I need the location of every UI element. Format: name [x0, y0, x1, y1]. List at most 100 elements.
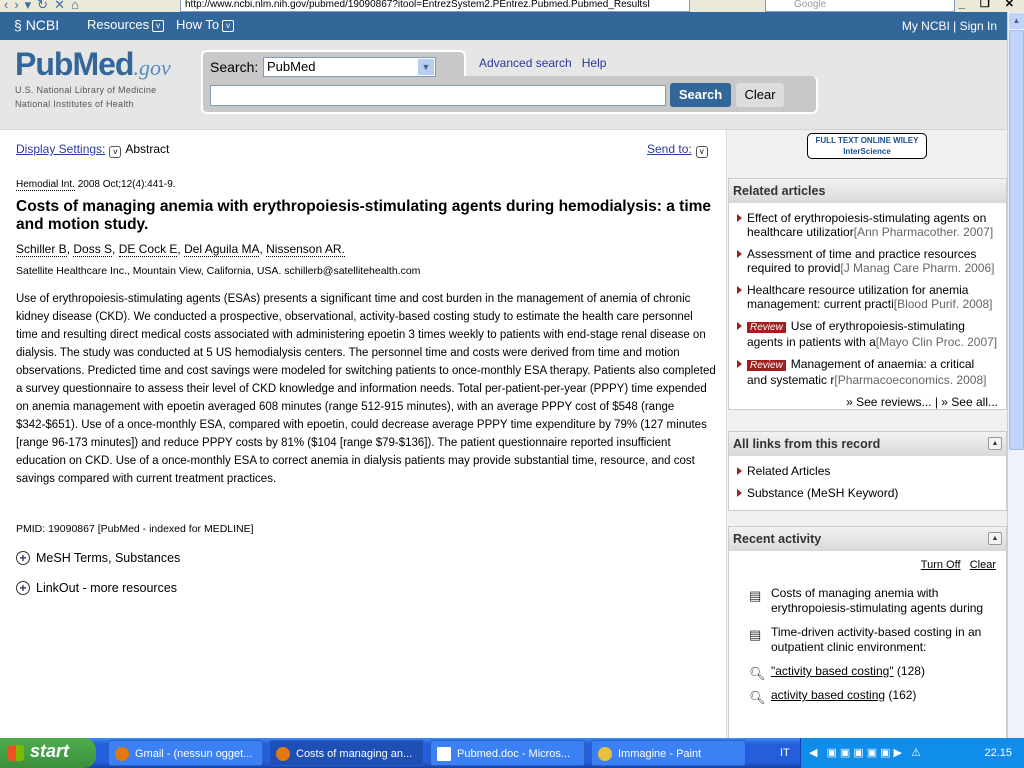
nih-label: National Institutes of Health: [15, 99, 134, 109]
related-article-title-cont: healthcare utilizatior: [747, 225, 854, 239]
recent-activity-title: Recent activity: [733, 532, 822, 546]
tray-icons[interactable]: ◀ ▣▣▣▣▣▶ ⚠: [809, 747, 924, 759]
plus-icon: +: [16, 581, 30, 595]
start-label: start: [30, 741, 70, 761]
related-article-item[interactable]: Effect of erythropoiesis-stimulating age…: [729, 211, 1006, 239]
howto-label: How To: [176, 17, 220, 32]
article-title: Costs of managing anemia with erythropoi…: [16, 198, 712, 233]
chevron-down-icon: v: [152, 20, 165, 32]
plus-icon: +: [16, 551, 30, 565]
turn-off-link[interactable]: Turn Off: [921, 559, 961, 571]
recent-activity-item[interactable]: ▤ Time-driven activity-based costing in a…: [729, 625, 1006, 655]
display-settings-link[interactable]: Display Settings:: [16, 142, 105, 156]
task-pubmed-firefox[interactable]: Costs of managing an...: [269, 740, 424, 766]
browser-nav-icons[interactable]: ‹›▾↻✕⌂: [4, 0, 85, 12]
task-label: Costs of managing an...: [296, 748, 413, 760]
see-all-link[interactable]: » See all...: [941, 395, 998, 409]
review-badge: Review: [747, 322, 786, 333]
related-article-title: Effect of erythropoiesis-stimulating age…: [747, 211, 987, 225]
related-article-item[interactable]: Healthcare resource utilization for anem…: [729, 283, 1006, 311]
all-links-title: All links from this record: [733, 437, 881, 451]
clear-button[interactable]: Clear: [736, 83, 784, 107]
link-related-articles[interactable]: Related Articles: [729, 464, 1006, 478]
clock: 22.15: [984, 747, 1012, 759]
author-link[interactable]: Schiller B: [16, 242, 67, 257]
display-format: Abstract: [125, 142, 170, 156]
related-article-item[interactable]: Assessment of time and practice resource…: [729, 247, 1006, 275]
recent-activity-item[interactable]: 🔍︎ activity based costing (162): [729, 688, 1006, 705]
help-link[interactable]: Help: [582, 56, 607, 70]
task-label: Pubmed.doc - Micros...: [457, 748, 571, 760]
task-word[interactable]: Pubmed.doc - Micros...: [430, 740, 585, 766]
ncbi-bar: § NCBI Resources v How To v My NCBI | Sign…: [0, 12, 1007, 40]
full-text-badge[interactable]: FULL TEXT ONLINE WILEY InterScience: [807, 133, 927, 159]
clear-history-link[interactable]: Clear: [970, 559, 996, 571]
logo-pub: Pub: [15, 46, 73, 82]
recent-activity-item[interactable]: 🔍︎ "activity based costing" (128): [729, 664, 1006, 681]
author-link[interactable]: DE Cock E: [118, 242, 178, 257]
task-gmail[interactable]: Gmail - (nessun ogget...: [108, 740, 263, 766]
advanced-search-link[interactable]: Advanced search: [479, 56, 572, 70]
search-button[interactable]: Search: [670, 83, 731, 107]
chevron-down-icon[interactable]: v: [695, 146, 708, 158]
windows-logo-icon: [8, 745, 24, 761]
mesh-label: MeSH Terms, Substances: [36, 551, 181, 565]
document-icon: ▤: [749, 627, 762, 642]
related-article-title: Use of erythropoiesis-stimulating: [790, 319, 965, 333]
recent-activity-text: activity based costing: [771, 688, 886, 702]
scroll-thumb[interactable]: [1009, 30, 1024, 450]
related-article-source: [Ann Pharmacother. 2007]: [853, 225, 994, 239]
related-article-title-cont: management: current practi: [747, 297, 894, 311]
send-to-link[interactable]: Send to:: [647, 142, 692, 156]
vertical-scrollbar[interactable]: ▲: [1007, 12, 1024, 738]
window-controls[interactable]: _ ❐ ✕: [959, 0, 1020, 10]
abstract-text: Use of erythropoiesis-stimulating agents…: [16, 293, 716, 485]
all-links-portlet: All links from this record ▲ Related Arti…: [728, 431, 1007, 511]
related-article-item[interactable]: Review Use of erythropoiesis-stimulating a…: [729, 319, 1006, 349]
scroll-up-icon[interactable]: ▲: [1009, 13, 1024, 29]
related-articles-portlet: Related articles Effect of erythropoiesi…: [728, 178, 1007, 410]
related-article-title-cont: required to provid: [747, 261, 841, 275]
howto-menu[interactable]: How To v: [176, 17, 235, 32]
related-article-source: [Mayo Clin Proc. 2007]: [875, 335, 998, 349]
related-article-source: [Pharmacoeconomics. 2008]: [834, 373, 987, 387]
word-icon: [437, 747, 451, 761]
related-article-item[interactable]: Review Management of anaemia: a critical a…: [729, 357, 1006, 387]
recent-activity-count: (162): [888, 688, 917, 702]
recent-activity-item[interactable]: ▤ Costs of managing anemia with erythropo…: [729, 586, 1006, 616]
link-substance[interactable]: Substance (MeSH Keyword): [729, 486, 1006, 500]
taskbar: start Gmail - (nessun ogget... Costs of …: [0, 738, 1024, 768]
journal-link[interactable]: Hemodial Int.: [16, 179, 75, 191]
citation: Hemodial Int. 2008 Oct;12(4):441-9.: [16, 179, 176, 191]
mesh-terms-expander[interactable]: + MeSH Terms, Substances: [16, 551, 180, 565]
language-indicator[interactable]: IT: [780, 738, 790, 768]
pubmed-logo[interactable]: PubMed.gov U.S. National Library of Medi…: [15, 46, 171, 111]
author-link[interactable]: Nissenson AR.: [266, 242, 345, 257]
related-article-title-cont: and systematic r: [747, 373, 835, 387]
task-label: Immagine - Paint: [618, 748, 702, 760]
my-ncbi-link[interactable]: My NCBI: [902, 19, 950, 33]
address-bar[interactable]: http://www.ncbi.nlm.nih.gov/pubmed/19090…: [180, 0, 690, 12]
search-input[interactable]: [210, 85, 666, 106]
sign-in-link[interactable]: Sign In: [960, 19, 997, 33]
chevron-down-icon[interactable]: v: [109, 146, 122, 158]
database-select[interactable]: PubMed ▼: [263, 57, 436, 77]
start-button[interactable]: start: [0, 738, 96, 768]
task-paint[interactable]: Immagine - Paint: [591, 740, 746, 766]
collapse-icon[interactable]: ▲: [988, 532, 1002, 545]
search-icon: 🔍︎: [749, 666, 766, 681]
collapse-icon[interactable]: ▲: [988, 437, 1002, 450]
see-reviews-link[interactable]: » See reviews...: [846, 395, 931, 409]
pmid: PMID: 19090867 [PubMed - indexed for MED…: [16, 523, 254, 535]
resources-menu[interactable]: Resources v: [87, 17, 165, 32]
recent-activity-text: Time-driven activity-based costing in an…: [771, 625, 982, 654]
linkout-expander[interactable]: + LinkOut - more resources: [16, 581, 177, 595]
author-link[interactable]: Doss S: [73, 242, 113, 257]
browser-search-input[interactable]: Google: [765, 0, 955, 12]
nlm-label: U.S. National Library of Medicine: [15, 85, 157, 95]
recent-activity-count: (128): [896, 664, 925, 678]
ncbi-logo[interactable]: § NCBI: [14, 17, 59, 33]
paint-icon: [598, 747, 612, 761]
recent-activity-text: "activity based costing": [771, 664, 894, 678]
author-link[interactable]: Del Aguila MA: [184, 242, 260, 257]
